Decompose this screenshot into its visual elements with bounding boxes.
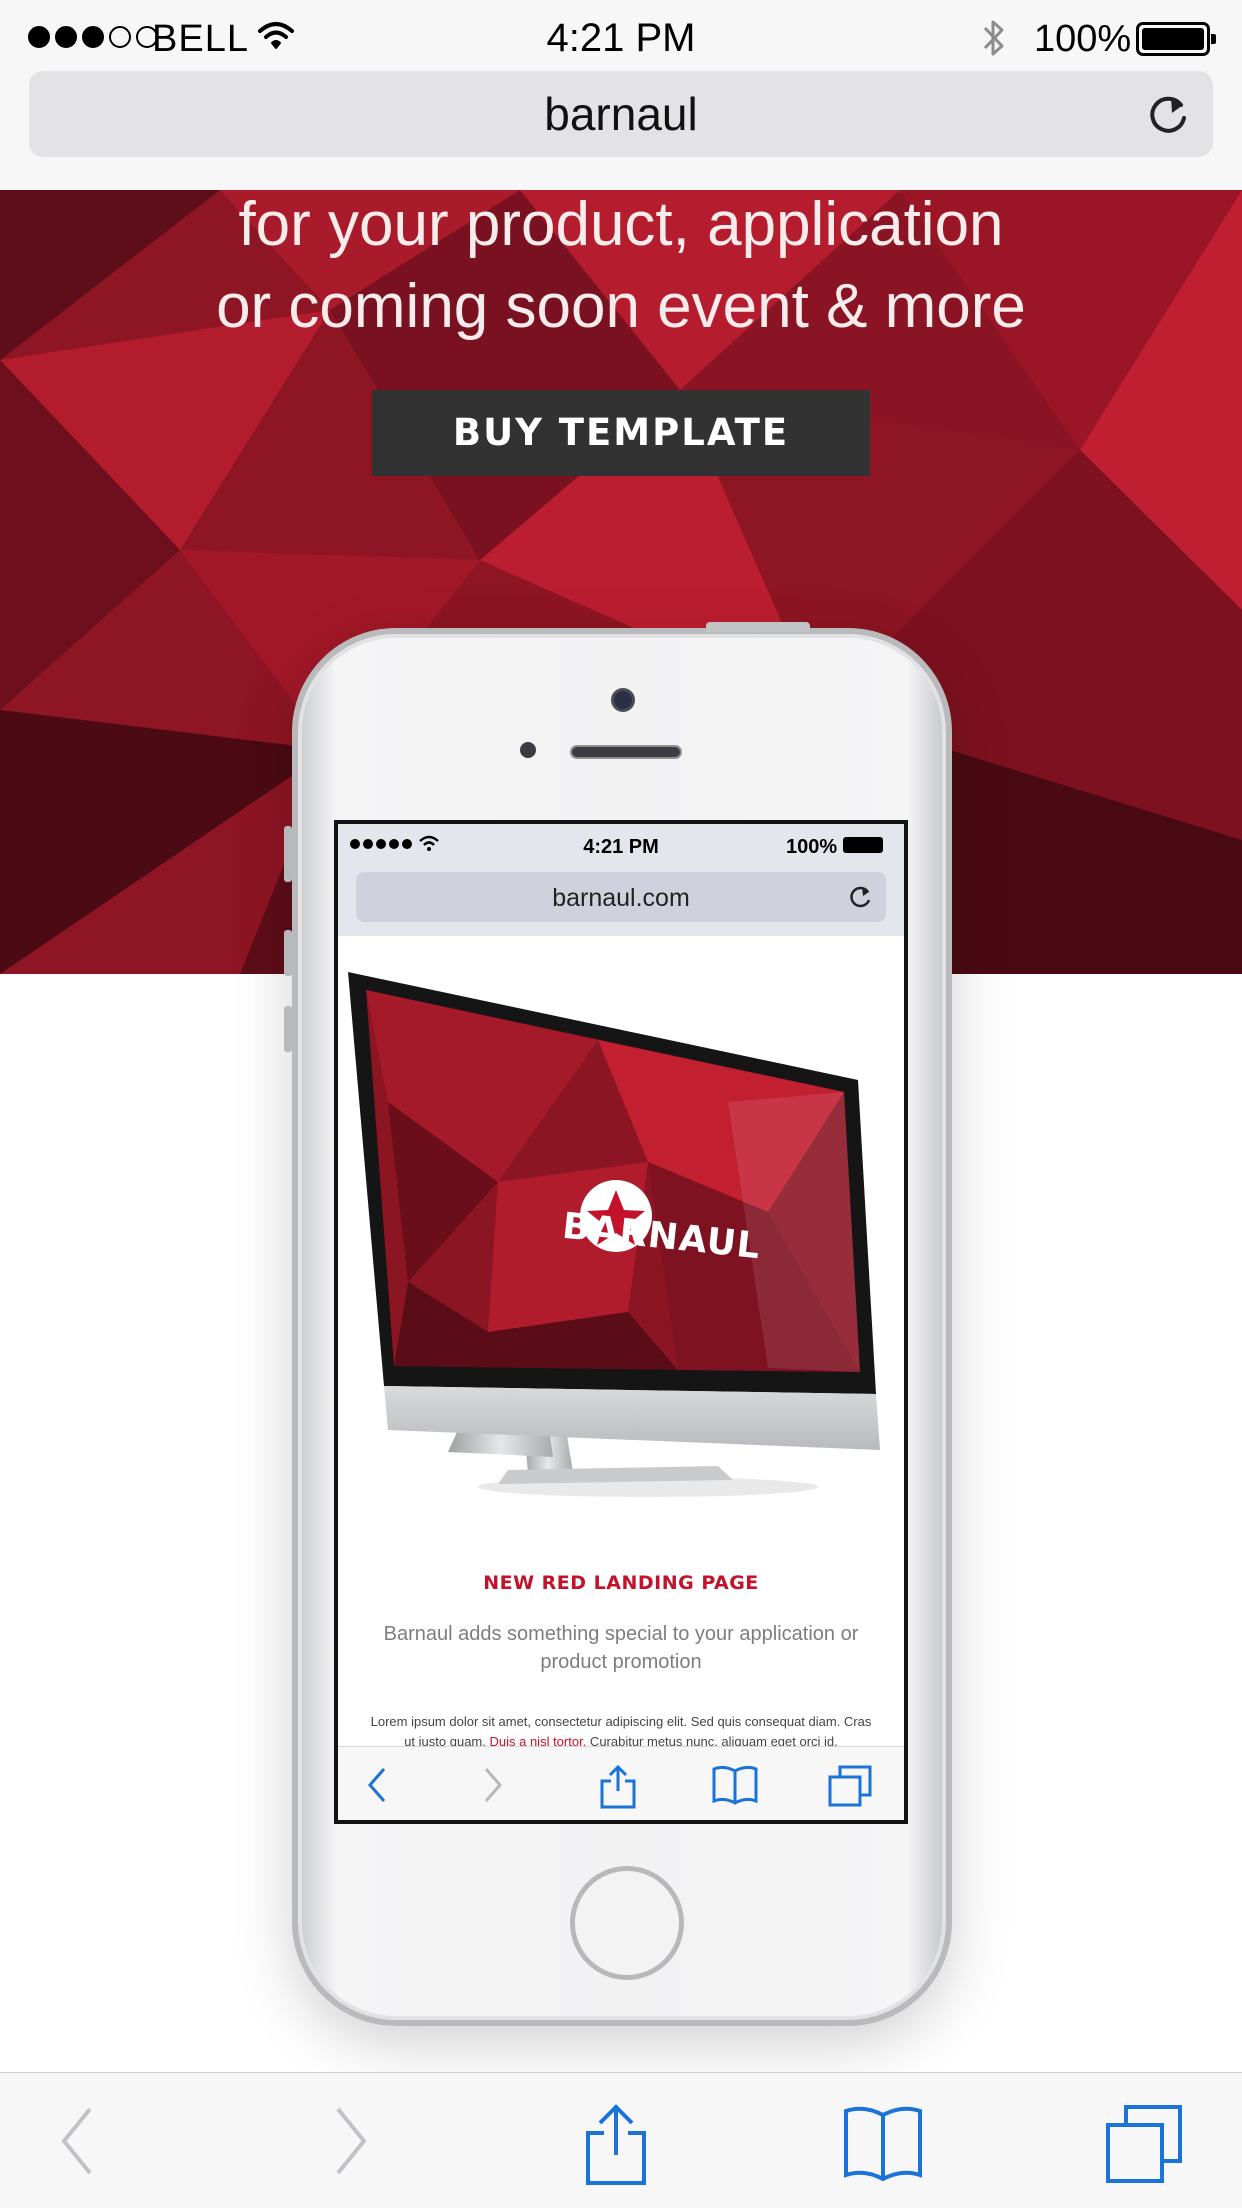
bluetooth-icon	[983, 20, 1004, 56]
mockup-heading: NEW RED LANDING PAGE	[483, 1572, 759, 1594]
mockup-body-link: Duis a nisl tortor.	[489, 1734, 587, 1746]
mockup-status-bar: 4:21 PM 100%	[338, 824, 904, 866]
share-button[interactable]	[580, 2101, 652, 2190]
mockup-reload-icon	[850, 886, 871, 908]
reload-icon[interactable]	[1147, 91, 1191, 137]
address-bar[interactable]: barnaul	[29, 71, 1213, 157]
status-bar: BELL 4:21 PM 100%	[0, 0, 1242, 80]
tabs-icon	[1106, 2105, 1182, 2183]
battery-icon	[1136, 22, 1216, 56]
mockup-forward-icon	[484, 1768, 502, 1802]
bookmarks-icon	[844, 2106, 922, 2182]
mockup-body-text: Lorem ipsum dolor sit amet, consectetur …	[368, 1712, 874, 1746]
earpiece-speaker	[570, 745, 682, 759]
back-icon	[61, 2107, 92, 2175]
mockup-toolbar	[338, 1746, 904, 1820]
volume-up-button	[284, 930, 292, 976]
mockup-body-text-b: Curabitur metus nunc, aliquam eget orci …	[586, 1734, 838, 1746]
power-button	[706, 622, 810, 632]
mockup-bookmarks-icon	[712, 1765, 758, 1805]
buy-template-button[interactable]: BUY TEMPLATE	[372, 390, 870, 476]
forward-button[interactable]	[328, 2101, 372, 2184]
front-camera	[611, 688, 635, 712]
mockup-url-text: barnaul.com	[552, 884, 690, 912]
bookmarks-button[interactable]	[840, 2101, 926, 2188]
mockup-subtitle: Barnaul adds something special to your a…	[383, 1623, 859, 1673]
mockup-battery-icon	[843, 837, 883, 853]
back-button[interactable]	[56, 2101, 100, 2184]
url-text[interactable]: barnaul	[29, 87, 1213, 141]
battery-percentage: 100%	[1034, 18, 1132, 60]
phone-screen: 4:21 PM 100% barnaul.com BARNAUL NEW RED…	[334, 820, 908, 1824]
forward-icon	[336, 2107, 367, 2175]
mockup-battery-percentage: 100%	[786, 836, 838, 858]
volume-down-button	[284, 1006, 292, 1052]
mockup-nav-area: barnaul.com	[338, 866, 904, 936]
mockup-share-icon	[600, 1764, 636, 1809]
mockup-address-bar: barnaul.com	[356, 872, 886, 922]
home-button	[570, 1866, 684, 1980]
proximity-sensor	[520, 742, 536, 758]
mockup-tabs-icon	[828, 1765, 872, 1807]
browser-toolbar	[0, 2072, 1242, 2208]
mockup-back-icon	[368, 1768, 386, 1802]
tabs-button[interactable]	[1104, 2101, 1184, 2188]
tagline-line-2: or coming soon event & more	[216, 272, 1026, 341]
tagline-line-1: for your product, application	[238, 190, 1004, 259]
phone-mockup: 4:21 PM 100% barnaul.com BARNAUL NEW RED…	[284, 622, 952, 2026]
mute-switch	[284, 826, 292, 882]
share-icon	[586, 2104, 646, 2185]
